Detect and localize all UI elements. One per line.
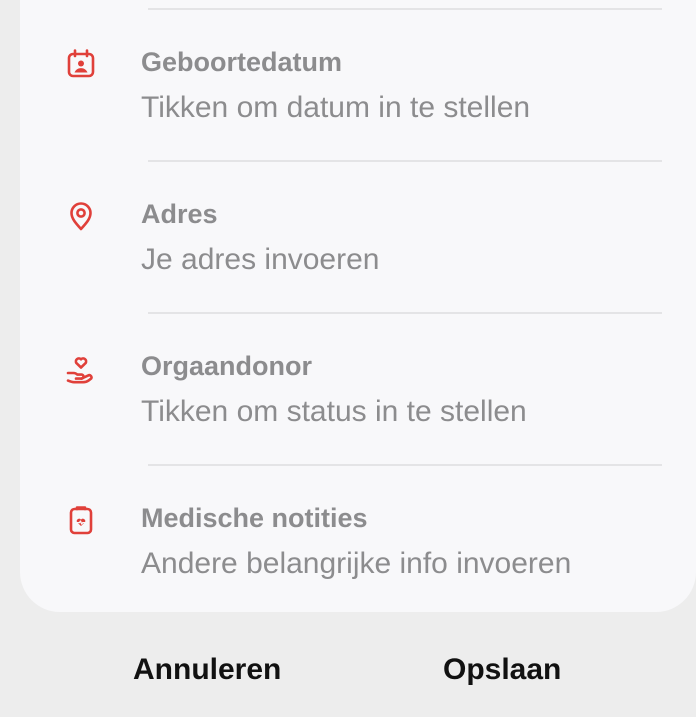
field-subtitle: Tikken om datum in te stellen <box>141 91 531 124</box>
field-subtitle: Tikken om status in te stellen <box>141 395 527 428</box>
field-address[interactable]: Adres Je adres invoeren <box>0 196 696 296</box>
field-subtitle: Andere belangrijke info invoeren <box>141 547 572 580</box>
cancel-button[interactable]: Annuleren <box>133 650 281 690</box>
field-birthdate[interactable]: Geboortedatum Tikken om datum in te stel… <box>0 44 696 144</box>
divider <box>148 160 662 162</box>
hand-heart-icon <box>64 351 98 385</box>
field-subtitle: Je adres invoeren <box>141 243 380 276</box>
field-title: Medische notities <box>141 503 368 533</box>
save-button[interactable]: Opslaan <box>443 650 561 690</box>
field-title: Geboortedatum <box>141 47 343 77</box>
action-bar: Annuleren Opslaan <box>0 640 696 700</box>
divider <box>148 312 662 314</box>
location-pin-icon <box>64 199 98 233</box>
divider <box>148 8 662 10</box>
field-medical-notes[interactable]: Medische notities Andere belangrijke inf… <box>0 500 696 600</box>
clipboard-heart-icon <box>64 503 98 537</box>
field-title: Adres <box>141 199 218 229</box>
calendar-person-icon <box>64 47 98 81</box>
field-title: Orgaandonor <box>141 351 313 381</box>
field-organ-donor[interactable]: Orgaandonor Tikken om status in te stell… <box>0 348 696 448</box>
divider <box>148 464 662 466</box>
